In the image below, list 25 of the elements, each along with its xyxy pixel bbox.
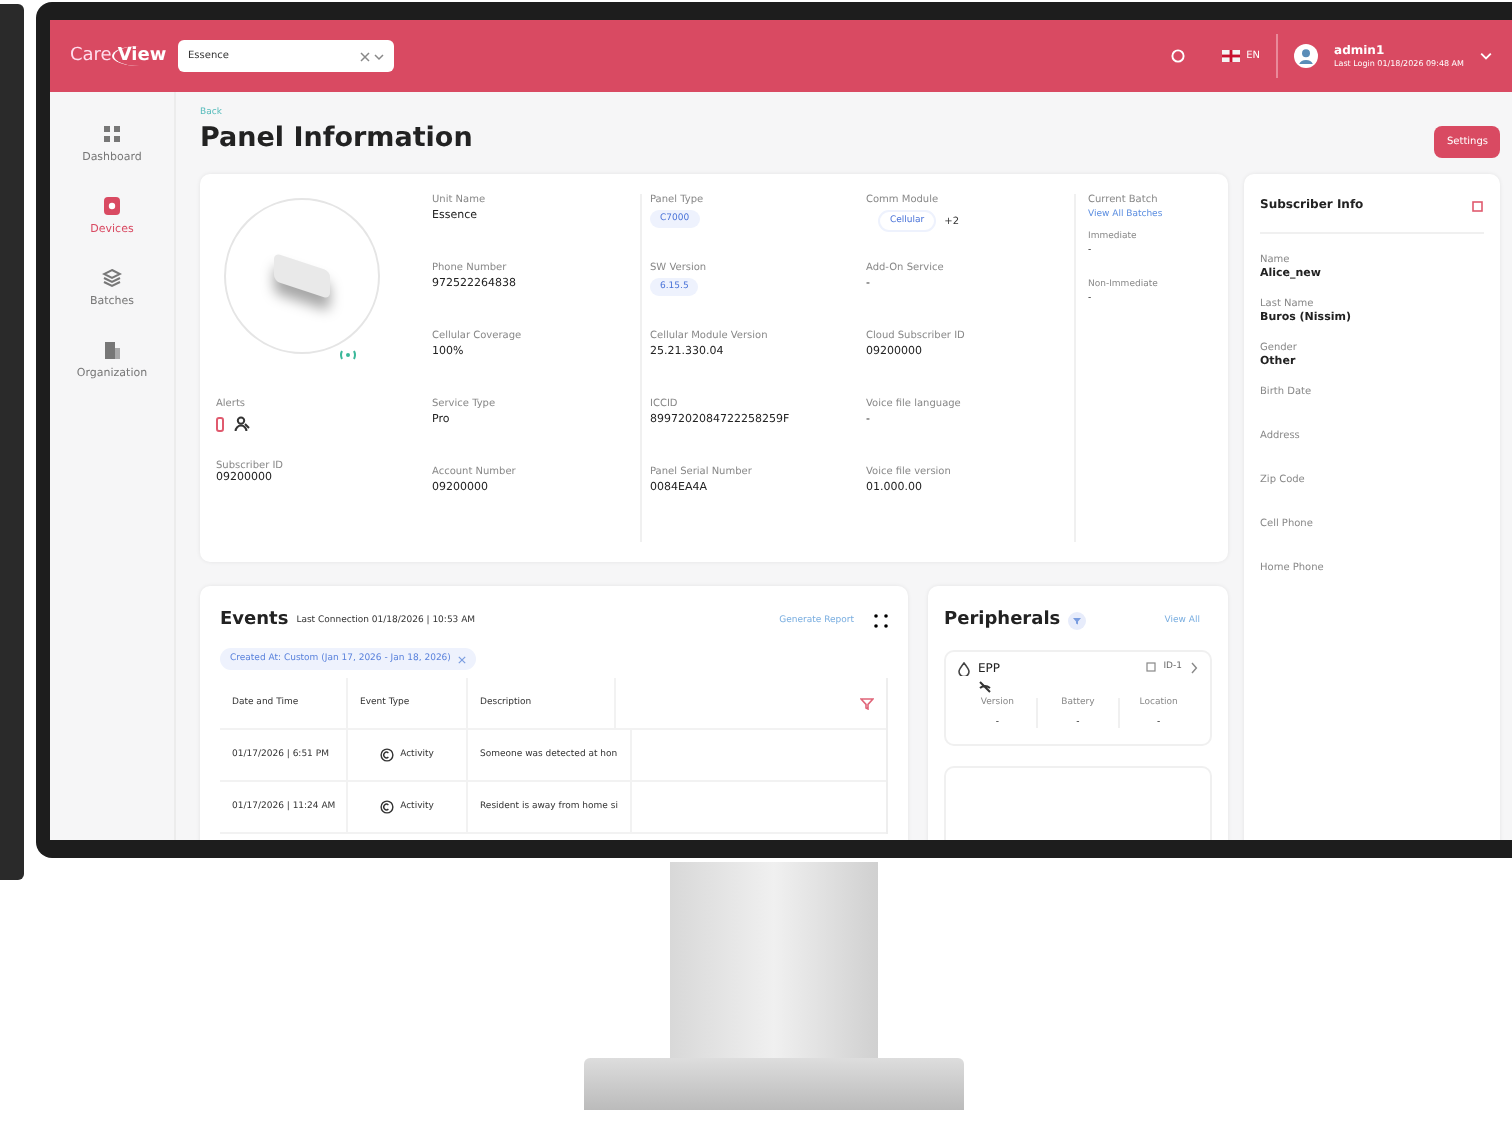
- clear-icon[interactable]: [360, 51, 370, 61]
- filter-icon[interactable]: [1068, 611, 1087, 629]
- section-title: Events: [220, 610, 289, 630]
- logo-text: Care: [70, 46, 112, 66]
- filter-icon[interactable]: [860, 697, 874, 709]
- grid-icon: [102, 124, 122, 144]
- flag-icon: [1222, 50, 1241, 62]
- close-icon[interactable]: [458, 655, 467, 663]
- refresh-icon[interactable]: [1170, 48, 1187, 64]
- logo-text: View: [111, 46, 167, 66]
- chevron-right-icon[interactable]: [1190, 662, 1198, 674]
- building-icon: [101, 340, 122, 360]
- section-title: Peripherals: [944, 610, 1061, 630]
- edit-icon[interactable]: [1472, 199, 1484, 211]
- battery-icon: [216, 416, 224, 432]
- id-card-icon: [1145, 662, 1156, 672]
- user-avatar-icon[interactable]: [1294, 44, 1319, 68]
- expand-icon[interactable]: [874, 613, 888, 627]
- drop-icon: [958, 662, 970, 676]
- person-icon: [234, 416, 250, 432]
- tablet-icon: [102, 196, 122, 216]
- layers-icon: [102, 268, 122, 288]
- chevron-down-icon[interactable]: [374, 51, 384, 61]
- signal-icon: [340, 350, 356, 360]
- page-title: Panel Information: [200, 122, 473, 154]
